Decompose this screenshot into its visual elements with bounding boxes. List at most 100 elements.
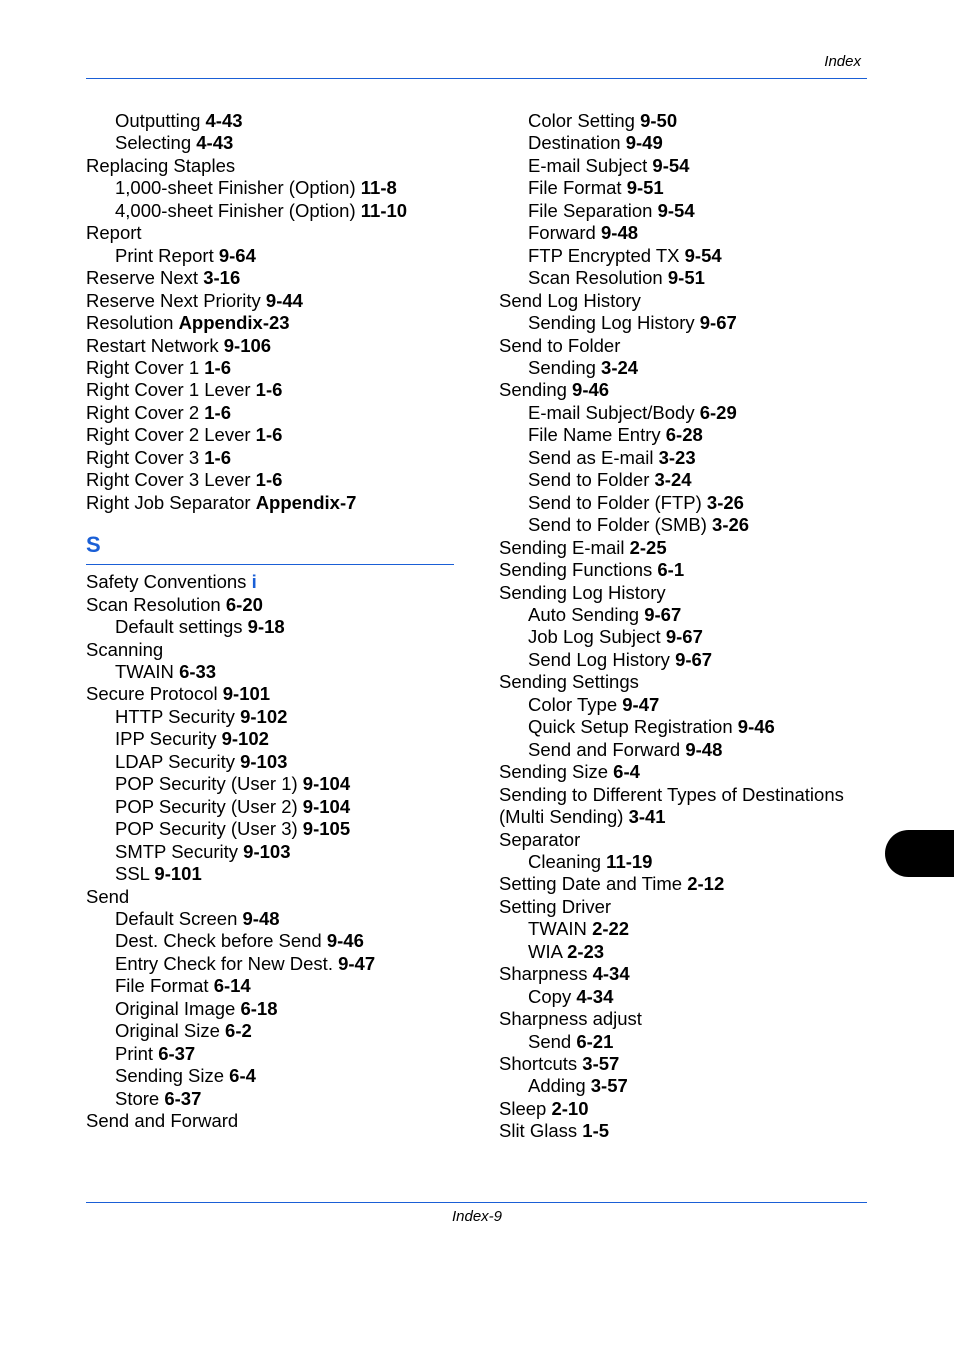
page-reference-link[interactable]: 4-34: [576, 986, 613, 1007]
page-reference-link[interactable]: 3-24: [655, 469, 692, 490]
page-reference-link[interactable]: 2-10: [551, 1098, 588, 1119]
entry-term: Reserve Next: [86, 267, 199, 289]
index-subentry: File Format 9-51: [499, 177, 879, 199]
entry-term: Right Cover 1: [86, 356, 200, 378]
page-reference-link[interactable]: 9-51: [627, 177, 664, 198]
page-reference-link[interactable]: 6-37: [158, 1043, 195, 1064]
page-reference-link[interactable]: 9-47: [338, 953, 375, 974]
page-reference-link[interactable]: 9-49: [626, 132, 663, 153]
page-reference-link[interactable]: 6-14: [214, 975, 251, 996]
page-reference-link[interactable]: 3-41: [629, 806, 666, 827]
page-reference-link[interactable]: 6-33: [179, 661, 216, 682]
page-reference-link[interactable]: 9-50: [640, 110, 677, 131]
page-reference-link[interactable]: 9-105: [303, 818, 350, 839]
page-reference-link[interactable]: 9-67: [700, 312, 737, 333]
page-reference-link[interactable]: 1-6: [204, 447, 231, 468]
page-reference-link[interactable]: 3-57: [591, 1075, 628, 1096]
entry-term: Right Cover 3 Lever: [86, 469, 251, 491]
page-reference-link[interactable]: 9-67: [675, 649, 712, 670]
page-reference-link[interactable]: 11-19: [606, 851, 652, 872]
page-reference-link[interactable]: 9-18: [248, 616, 285, 637]
page-reference-link[interactable]: 4-43: [196, 132, 233, 153]
page-reference-link[interactable]: 1-5: [582, 1120, 609, 1141]
entry-term: Resolution: [86, 312, 174, 334]
page-reference-link[interactable]: 3-23: [659, 447, 696, 468]
page-reference-link[interactable]: 1-6: [204, 402, 231, 423]
page-reference-link[interactable]: 9-51: [668, 267, 705, 288]
page-reference-link[interactable]: 9-48: [601, 222, 638, 243]
index-subentry: Send 6-21: [499, 1031, 879, 1053]
page-reference-link[interactable]: 6-37: [164, 1088, 201, 1109]
page-reference-link[interactable]: 9-48: [685, 739, 722, 760]
page-reference-link[interactable]: 9-48: [243, 908, 280, 929]
page-reference-link[interactable]: 2-25: [630, 537, 667, 558]
index-subentry: Store 6-37: [86, 1088, 456, 1110]
page-reference-link[interactable]: 9-102: [222, 728, 269, 749]
page-reference-link[interactable]: 9-101: [223, 683, 270, 704]
page-reference-link[interactable]: 6-29: [700, 402, 737, 423]
index-subentry: Original Size 6-2: [86, 1020, 456, 1042]
index-entry: Resolution Appendix-23: [86, 312, 456, 334]
page-reference-link[interactable]: 3-24: [601, 357, 638, 378]
page-reference-link[interactable]: 9-104: [303, 796, 350, 817]
page-reference-link[interactable]: 9-54: [652, 155, 689, 176]
page-reference-link[interactable]: 1-6: [256, 469, 283, 490]
page-reference-link[interactable]: 4-34: [593, 963, 630, 984]
page-reference-link[interactable]: 3-16: [203, 267, 240, 288]
page-reference-link[interactable]: 3-26: [712, 514, 749, 535]
page-reference-link[interactable]: 9-67: [666, 626, 703, 647]
index-entry: Right Job Separator Appendix-7: [86, 492, 456, 514]
page-reference-link[interactable]: 9-67: [644, 604, 681, 625]
page-reference-link[interactable]: 9-106: [224, 335, 271, 356]
page-reference-link[interactable]: 9-102: [240, 706, 287, 727]
page-reference-link[interactable]: 6-1: [657, 559, 684, 580]
entry-term: WIA: [528, 940, 562, 962]
page-reference-link[interactable]: 6-18: [240, 998, 277, 1019]
page-reference-link[interactable]: 9-46: [572, 379, 609, 400]
page-reference-link[interactable]: 11-10: [361, 200, 407, 221]
page-reference-link[interactable]: Appendix-23: [179, 312, 290, 333]
page-reference-link[interactable]: 1-6: [256, 379, 283, 400]
page-reference-link[interactable]: 9-46: [738, 716, 775, 737]
page-reference-link[interactable]: 6-4: [613, 761, 640, 782]
page-reference-link[interactable]: 9-47: [622, 694, 659, 715]
page-reference-link[interactable]: 3-26: [707, 492, 744, 513]
entry-term: Quick Setup Registration: [528, 716, 733, 738]
page-reference-link[interactable]: 6-21: [576, 1031, 613, 1052]
page-reference-link[interactable]: 4-43: [206, 110, 243, 131]
entry-term: Forward: [528, 222, 596, 244]
page-reference-link[interactable]: 9-64: [219, 245, 256, 266]
index-entry: Shortcuts 3-57: [499, 1053, 879, 1075]
page-reference-link[interactable]: 1-6: [204, 357, 231, 378]
page-reference-link[interactable]: 9-44: [266, 290, 303, 311]
page-reference-link[interactable]: 6-28: [666, 424, 703, 445]
index-entry: Secure Protocol 9-101: [86, 683, 456, 705]
page-reference-link[interactable]: 9-103: [240, 751, 287, 772]
page-reference-link[interactable]: 9-46: [327, 930, 364, 951]
entry-term: File Format: [115, 975, 209, 997]
page-reference-link[interactable]: 9-54: [658, 200, 695, 221]
index-subentry: 1,000-sheet Finisher (Option) 11-8: [86, 177, 456, 199]
page-reference-link[interactable]: Appendix-7: [256, 492, 357, 513]
index-entry: Setting Driver: [499, 896, 879, 918]
page-reference-link[interactable]: 2-23: [567, 941, 604, 962]
index-subentry: Color Setting 9-50: [499, 110, 879, 132]
index-subentry: Sending Log History 9-67: [499, 312, 879, 334]
index-subentry: 4,000-sheet Finisher (Option) 11-10: [86, 200, 456, 222]
entry-term: Send to Folder: [499, 334, 621, 356]
page-reference-link[interactable]: 3-57: [582, 1053, 619, 1074]
page-reference-link[interactable]: 2-12: [687, 873, 724, 894]
page-reference-link[interactable]: 6-2: [225, 1020, 252, 1041]
page-reference-link[interactable]: 11-8: [361, 177, 397, 198]
page-reference-link[interactable]: 9-54: [685, 245, 722, 266]
page-reference-link[interactable]: 2-22: [592, 918, 629, 939]
page-reference-link[interactable]: 9-103: [243, 841, 290, 862]
page-reference-link[interactable]: 6-20: [226, 594, 263, 615]
page-reference-link[interactable]: 9-104: [303, 773, 350, 794]
entry-term: Shortcuts: [499, 1053, 578, 1075]
page-reference-link[interactable]: 1-6: [256, 424, 283, 445]
page-reference-link[interactable]: i: [252, 571, 257, 592]
page-reference-link[interactable]: 6-4: [229, 1065, 256, 1086]
page-reference-link[interactable]: 9-101: [154, 863, 201, 884]
entry-term: Original Image: [115, 997, 236, 1019]
